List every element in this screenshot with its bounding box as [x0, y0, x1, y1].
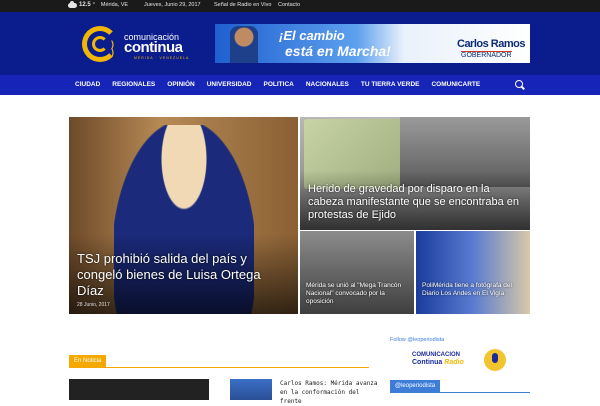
news-thumbnail-2[interactable] [230, 379, 272, 400]
nav-item-opinion[interactable]: OPINIÓN [161, 75, 200, 95]
featured-main-date: 28 Junio, 2017 [77, 302, 110, 308]
radio-link[interactable]: Señal de Radio en Vivo [214, 2, 271, 8]
featured-top-title[interactable]: Herido de gravedad por disparo en la cab… [308, 183, 523, 222]
nav-item-nacionales[interactable]: NACIONALES [300, 75, 355, 95]
main-nav: CIUDAD REGIONALES OPINIÓN UNIVERSIDAD PO… [0, 75, 600, 95]
news-headline[interactable]: Carlos Ramos: Mérida avanza en la confor… [280, 379, 380, 406]
degree-symbol: ° [92, 2, 95, 8]
site-header: )) comunicación continua MÉRIDA · VENEZU… [0, 12, 600, 75]
date-label: Jueves, Junio 29, 2017 [144, 2, 201, 8]
logo-line-3: MÉRIDA · VENEZUELA [134, 56, 190, 60]
featured-main-title[interactable]: TSJ prohibió salida del país y congeló b… [77, 251, 277, 299]
search-icon[interactable] [515, 80, 525, 90]
temperature: 12.5 [79, 2, 91, 8]
featured-bottom-right[interactable]: PoliMérida tiene a fotógrafa del Diario … [416, 231, 530, 314]
sidebar-divider [390, 392, 530, 393]
banner-slogan-2: está en Marcha! [285, 43, 391, 59]
radio-logo[interactable]: COMUNICACION Continua Radio [412, 348, 507, 372]
contact-link[interactable]: Contacto [278, 2, 300, 8]
logo-signal-icon: )) [111, 39, 114, 57]
nav-item-politica[interactable]: POLITICA [258, 75, 300, 95]
nav-item-tu-tierra-verde[interactable]: TU TIERRA VERDE [355, 75, 426, 95]
featured-bottom-left-title[interactable]: Mérida se unió al "Mega Trancón Nacional… [306, 282, 410, 306]
featured-bottom-left[interactable]: Mérida se unió al "Mega Trancón Nacional… [300, 231, 414, 314]
top-bar: 12.5 ° Mérida, VE Jueves, Junio 29, 2017… [0, 0, 600, 12]
section-tag: En Noticia [69, 355, 107, 367]
news-thumbnail-1[interactable] [69, 379, 209, 400]
featured-top[interactable]: Herido de gravedad por disparo en la cab… [300, 117, 530, 230]
nav-item-comunicarte[interactable]: COMUNICARTE [425, 75, 486, 95]
featured-main[interactable]: TSJ prohibió salida del país y congeló b… [69, 117, 298, 314]
microphone-icon [484, 349, 506, 371]
logo-line-2: continua [124, 39, 183, 56]
site-logo[interactable]: )) comunicación continua MÉRIDA · VENEZU… [82, 24, 202, 64]
twitter-handle-tag[interactable]: @leoperiodista [390, 380, 441, 392]
candidate-photo [230, 26, 258, 63]
banner-role: GOBERNADOR [461, 51, 512, 59]
radio-logo-line-1: COMUNICACION [412, 352, 460, 358]
radio-logo-accent: Radio [444, 359, 464, 366]
ad-banner[interactable]: ¡El cambio está en Marcha! Carlos Ramos … [215, 24, 530, 63]
nav-item-regionales[interactable]: REGIONALES [106, 75, 161, 95]
weather-widget: 12.5 ° Mérida, VE [68, 0, 129, 8]
follow-link[interactable]: Follow @leoperiodista [390, 337, 444, 343]
logo-ring-inner [92, 36, 108, 52]
radio-logo-word: Continua [412, 359, 445, 366]
nav-item-ciudad[interactable]: CIUDAD [69, 75, 106, 95]
cloud-icon [68, 0, 77, 8]
banner-slogan-1: ¡El cambio [279, 28, 345, 43]
city-label: Mérida, VE [100, 2, 129, 8]
section-divider [69, 367, 369, 368]
featured-bottom-right-title[interactable]: PoliMérida tiene a fotógrafa del Diario … [422, 282, 526, 298]
radio-logo-line-2: Continua Radio [412, 359, 464, 366]
nav-item-universidad[interactable]: UNIVERSIDAD [201, 75, 258, 95]
banner-candidate: Carlos Ramos [457, 38, 525, 50]
nav-items: CIUDAD REGIONALES OPINIÓN UNIVERSIDAD PO… [69, 75, 486, 95]
